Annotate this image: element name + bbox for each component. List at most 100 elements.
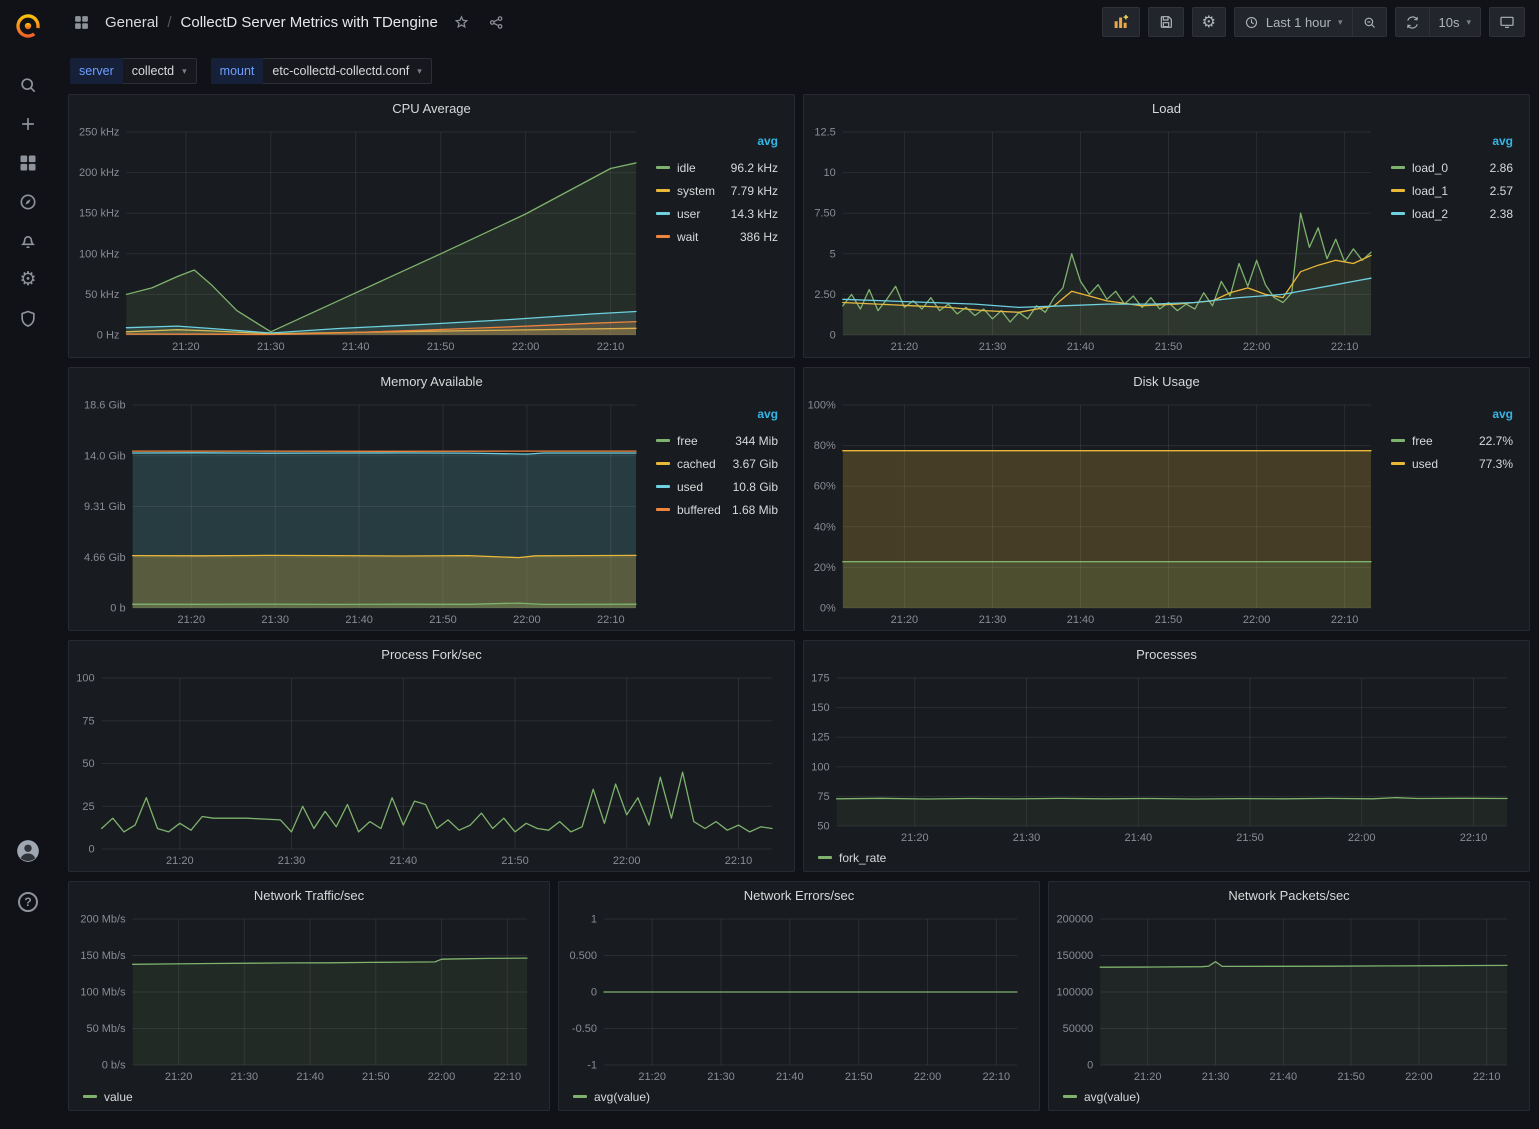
legend-series-name: used: [677, 480, 726, 494]
legend-item-value[interactable]: value: [83, 1085, 133, 1108]
legend-series-avg: 96.2 kHz: [731, 161, 778, 175]
help-button[interactable]: ?: [8, 882, 48, 921]
legend-item-used[interactable]: used 77.3%: [1391, 452, 1513, 475]
user-avatar[interactable]: [8, 831, 48, 870]
variable-value-server[interactable]: collectd ▾: [123, 58, 197, 84]
processes-chart[interactable]: 507510012515017521:2021:3021:4021:5022:0…: [806, 668, 1523, 846]
svg-text:60%: 60%: [814, 481, 836, 493]
panel-row-2: Memory Available 0 b4.66 Gib9.31 Gib14.0…: [68, 367, 1530, 631]
panel-header-load[interactable]: Load: [804, 95, 1529, 122]
svg-text:22:10: 22:10: [1331, 341, 1359, 353]
svg-text:21:40: 21:40: [1270, 1071, 1298, 1083]
legend-item-load-1[interactable]: load_1 2.57: [1391, 179, 1513, 202]
series-color-swatch: [1391, 212, 1405, 215]
panel-header-network-packets[interactable]: Network Packets/sec: [1049, 882, 1529, 909]
panel-header-memory[interactable]: Memory Available: [69, 368, 794, 395]
panel-header-network-traffic[interactable]: Network Traffic/sec: [69, 882, 549, 909]
sidebar-item-configuration[interactable]: ⚙: [8, 260, 48, 299]
refresh-button[interactable]: [1395, 7, 1430, 37]
legend-item-avg-value[interactable]: avg(value): [573, 1085, 650, 1108]
svg-text:22:10: 22:10: [983, 1071, 1011, 1083]
legend-item-free[interactable]: free 344 Mib: [656, 429, 778, 452]
panel-header-processes[interactable]: Processes: [804, 641, 1529, 668]
legend-item-cached[interactable]: cached 3.67 Gib: [656, 452, 778, 475]
process-fork-chart[interactable]: 025507510021:2021:3021:4021:5022:0022:10: [71, 668, 788, 869]
svg-text:175: 175: [811, 673, 829, 685]
legend-avg-header[interactable]: avg: [656, 407, 778, 429]
variables-row: server collectd ▾ mount etc-collectd-col…: [56, 58, 1539, 84]
legend-item-load-2[interactable]: load_2 2.38: [1391, 202, 1513, 225]
svg-text:2.50: 2.50: [814, 289, 835, 301]
legend-item-free[interactable]: free 22.7%: [1391, 429, 1513, 452]
legend-series-avg: 77.3%: [1479, 457, 1513, 471]
panel-memory-available: Memory Available 0 b4.66 Gib9.31 Gib14.0…: [68, 367, 795, 631]
legend-item-system[interactable]: system 7.79 kHz: [656, 179, 778, 202]
variable-value-mount[interactable]: etc-collectd-collectd.conf ▾: [263, 58, 431, 84]
svg-text:200 Mb/s: 200 Mb/s: [80, 914, 126, 926]
legend-series-avg: 2.57: [1490, 184, 1513, 198]
zoom-out-button[interactable]: [1353, 7, 1387, 37]
refresh-interval-picker[interactable]: 10s ▾: [1430, 7, 1482, 37]
legend-avg-header[interactable]: avg: [1391, 134, 1513, 156]
panel-header-network-errors[interactable]: Network Errors/sec: [559, 882, 1039, 909]
sidebar-item-search[interactable]: [8, 65, 48, 104]
sidebar-item-explore[interactable]: [8, 182, 48, 221]
monitor-icon: [1499, 14, 1515, 30]
save-dashboard-button[interactable]: [1148, 7, 1184, 37]
svg-text:21:40: 21:40: [1067, 614, 1095, 626]
network-packets-chart[interactable]: 05000010000015000020000021:2021:3021:402…: [1051, 909, 1523, 1085]
panel-network-traffic: Network Traffic/sec 0 b/s50 Mb/s100 Mb/s…: [68, 881, 550, 1111]
variable-server: server collectd ▾: [70, 58, 197, 84]
sidebar-item-dashboards[interactable]: [8, 143, 48, 182]
sidebar-item-create[interactable]: [8, 104, 48, 143]
svg-text:50 Mb/s: 50 Mb/s: [86, 1023, 126, 1035]
svg-text:1: 1: [591, 914, 597, 926]
svg-text:50 kHz: 50 kHz: [85, 289, 119, 301]
svg-text:0 b: 0 b: [110, 603, 125, 615]
panel-header-process-fork[interactable]: Process Fork/sec: [69, 641, 794, 668]
legend-item-used[interactable]: used 10.8 Gib: [656, 475, 778, 498]
share-button[interactable]: [485, 11, 508, 34]
legend-item-avg-value[interactable]: avg(value): [1063, 1085, 1140, 1108]
sidebar-item-alerting[interactable]: [8, 221, 48, 260]
dashboard-settings-button[interactable]: ⚙: [1192, 7, 1226, 37]
variable-server-selected: collectd: [132, 64, 174, 78]
cpu-average-chart[interactable]: 0 Hz50 kHz100 kHz150 kHz200 kHz250 kHz21…: [71, 122, 652, 355]
legend-series-avg: 344 Mib: [735, 434, 778, 448]
svg-text:21:50: 21:50: [427, 341, 455, 353]
time-range-picker[interactable]: Last 1 hour ▾: [1234, 7, 1353, 37]
add-panel-button[interactable]: [1102, 7, 1140, 37]
disk-usage-chart[interactable]: 0%20%40%60%80%100%21:2021:3021:4021:5022…: [806, 395, 1387, 628]
svg-text:22:10: 22:10: [597, 614, 625, 626]
legend-item-idle[interactable]: idle 96.2 kHz: [656, 156, 778, 179]
breadcrumb-folder[interactable]: General: [105, 14, 158, 31]
legend-item-wait[interactable]: wait 386 Hz: [656, 225, 778, 248]
panel-title: Memory Available: [380, 374, 482, 389]
panel-header-disk[interactable]: Disk Usage: [804, 368, 1529, 395]
load-chart[interactable]: 02.5057.501012.521:2021:3021:4021:5022:0…: [806, 122, 1387, 355]
favorite-button[interactable]: [450, 11, 473, 34]
memory-available-chart[interactable]: 0 b4.66 Gib9.31 Gib14.0 Gib18.6 Gib21:20…: [71, 395, 652, 628]
series-color-swatch: [656, 189, 670, 192]
legend-item-buffered[interactable]: buffered 1.68 Mib: [656, 498, 778, 521]
svg-text:4.66 Gib: 4.66 Gib: [84, 552, 126, 564]
svg-text:100000: 100000: [1056, 987, 1093, 999]
panel-network-packets: Network Packets/sec 05000010000015000020…: [1048, 881, 1530, 1111]
legend-item-fork-rate[interactable]: fork_rate: [818, 846, 886, 869]
network-errors-chart[interactable]: -1-0.5000.500121:2021:3021:4021:5022:002…: [561, 909, 1033, 1085]
sidebar-item-server-admin[interactable]: [8, 299, 48, 338]
legend-item-load-0[interactable]: load_0 2.86: [1391, 156, 1513, 179]
cycle-view-button[interactable]: [1489, 7, 1525, 37]
svg-text:21:40: 21:40: [296, 1071, 324, 1083]
grafana-logo[interactable]: [13, 11, 43, 41]
series-color-swatch: [818, 856, 832, 859]
legend-avg-header[interactable]: avg: [1391, 407, 1513, 429]
network-traffic-chart[interactable]: 0 b/s50 Mb/s100 Mb/s150 Mb/s200 Mb/s21:2…: [71, 909, 543, 1085]
svg-text:50000: 50000: [1063, 1023, 1094, 1035]
panel-title: Network Traffic/sec: [254, 888, 364, 903]
legend-avg-header[interactable]: avg: [656, 134, 778, 156]
dashboard-picker-button[interactable]: [70, 11, 93, 34]
panel-header-cpu-average[interactable]: CPU Average: [69, 95, 794, 122]
legend-item-user[interactable]: user 14.3 kHz: [656, 202, 778, 225]
svg-text:14.0 Gib: 14.0 Gib: [84, 450, 126, 462]
